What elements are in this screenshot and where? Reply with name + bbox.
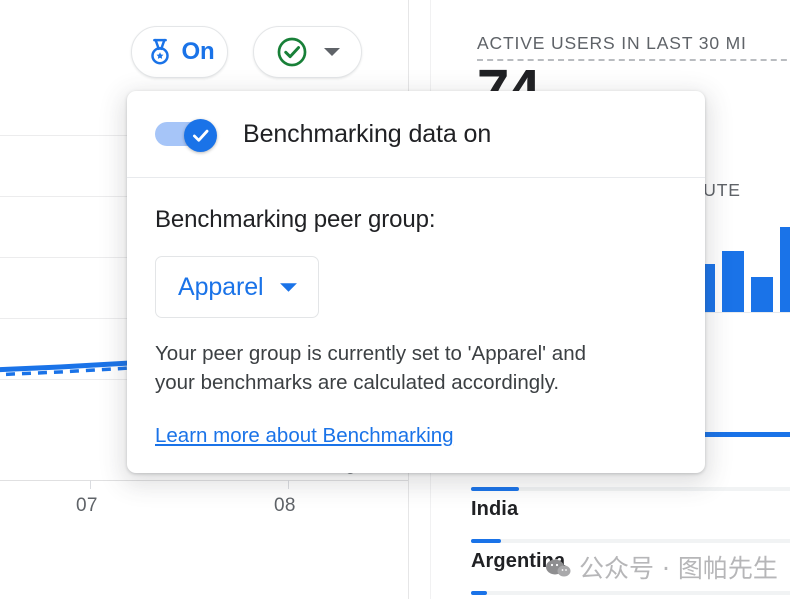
bar (780, 227, 790, 312)
country-bar-track (471, 591, 790, 595)
learn-more-link[interactable]: Learn more about Benchmarking (155, 424, 454, 448)
benchmarking-data-toggle[interactable] (155, 119, 217, 152)
benchmark-medal-icon (145, 37, 175, 67)
realtime-title: ACTIVE USERS IN LAST 30 MI (477, 33, 747, 53)
peer-group-select[interactable]: Apparel (155, 256, 320, 318)
x-axis-label-07: 07 (76, 495, 98, 516)
country-bar-fill (471, 539, 501, 543)
bar (722, 251, 744, 312)
country-bar-fill (471, 591, 487, 595)
check-circle-icon (275, 35, 309, 69)
x-axis-tick (90, 480, 91, 489)
country-bar-track (471, 539, 790, 543)
country-bar-fill (471, 487, 519, 491)
chart-x-axis (0, 480, 408, 481)
watermark-text: 公众号 · 图帕先生 (579, 554, 778, 583)
peer-group-selected-value: Apparel (178, 272, 264, 301)
x-axis-label-08: 08 (274, 495, 296, 516)
screenshot-root: 07 08 0 ACTIVE USERS IN LAST 30 MI 74 IN… (0, 0, 790, 599)
check-icon (190, 125, 211, 146)
peer-group-heading: Benchmarking peer group: (155, 206, 436, 233)
country-bar-track (471, 487, 790, 491)
country-name: India (471, 498, 519, 520)
chevron-down-icon[interactable] (323, 46, 341, 58)
chevron-down-icon (279, 281, 298, 294)
benchmark-chip-label: On (181, 38, 215, 65)
status-chip[interactable] (253, 26, 362, 78)
popup-body: Benchmarking peer group: Apparel Your pe… (127, 178, 705, 448)
benchmarking-toggle-chip[interactable]: On (131, 26, 228, 78)
watermark: 公众号 · 图帕先生 (545, 549, 778, 585)
watermark-logo-icon (545, 556, 571, 578)
bar (751, 277, 773, 312)
x-axis-tick (288, 480, 289, 489)
toggle-knob (184, 119, 217, 152)
benchmarking-popup-card: Benchmarking data on Benchmarking peer g… (127, 91, 705, 473)
benchmarking-toggle-label: Benchmarking data on (243, 119, 492, 148)
popup-header: Benchmarking data on (127, 91, 705, 178)
peer-group-description: Your peer group is currently set to 'App… (155, 342, 586, 394)
